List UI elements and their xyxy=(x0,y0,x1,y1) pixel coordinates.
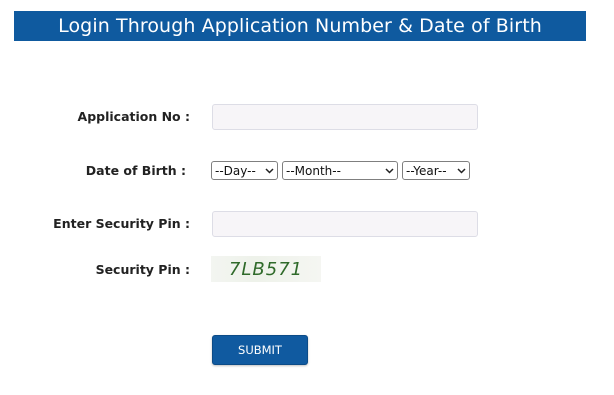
dob-day-select[interactable]: --Day-- xyxy=(211,161,278,180)
dob-month-value: --Month-- xyxy=(286,163,341,178)
chevron-down-icon xyxy=(384,166,394,176)
enter-security-pin-label: Enter Security Pin : xyxy=(53,216,190,231)
date-of-birth-label: Date of Birth : xyxy=(85,163,186,178)
application-no-input[interactable] xyxy=(212,104,478,130)
dob-year-select[interactable]: --Year-- xyxy=(402,161,470,180)
login-page: Login Through Application Number & Date … xyxy=(0,0,614,395)
dob-year-value: --Year-- xyxy=(406,163,447,178)
page-title: Login Through Application Number & Date … xyxy=(14,11,586,41)
submit-button[interactable]: SUBMIT xyxy=(212,335,308,365)
security-pin-label: Security Pin : xyxy=(95,262,190,277)
captcha-image: 7LB571 xyxy=(211,256,321,282)
dob-month-select[interactable]: --Month-- xyxy=(282,161,398,180)
application-no-label: Application No : xyxy=(77,109,190,124)
chevron-down-icon xyxy=(264,166,274,176)
dob-day-value: --Day-- xyxy=(215,163,256,178)
chevron-down-icon xyxy=(456,166,466,176)
security-pin-input[interactable] xyxy=(212,211,478,237)
